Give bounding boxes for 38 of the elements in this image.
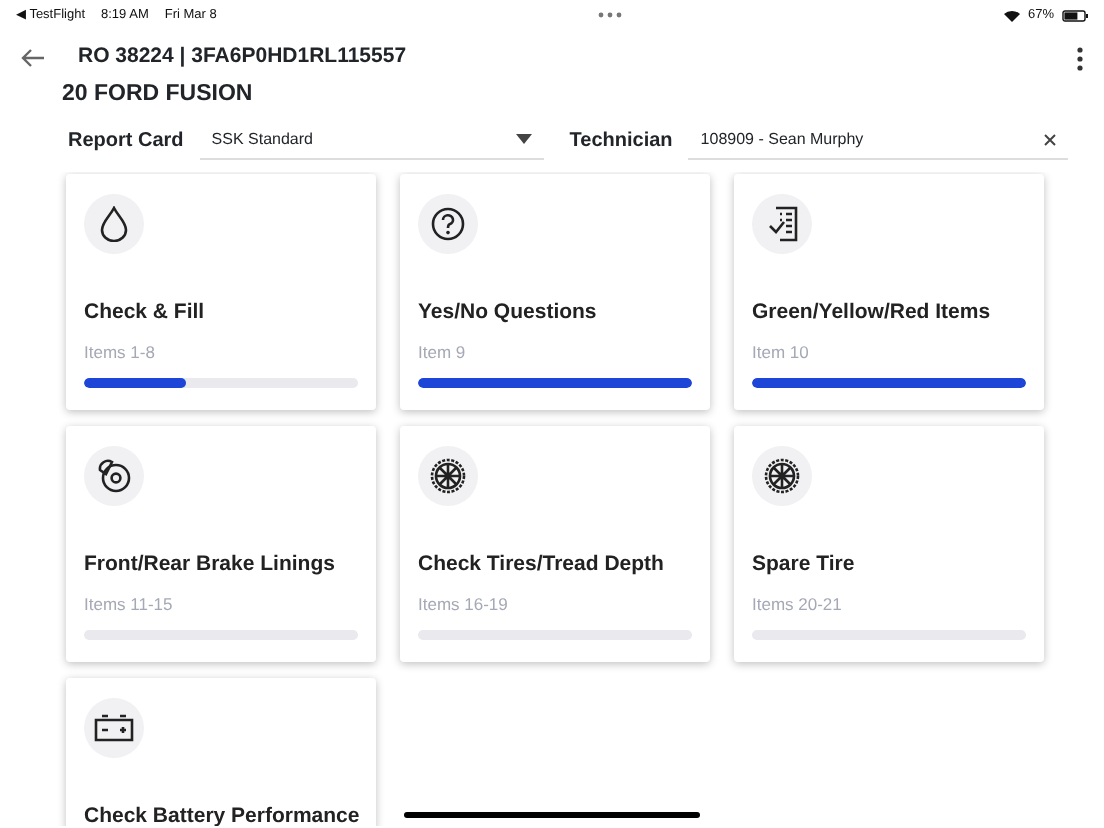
battery-icon: [94, 712, 134, 745]
category-card[interactable]: Check & Fill Items 1-8: [66, 174, 376, 411]
help-icon: [430, 206, 466, 243]
item-range: Items 11-15: [84, 592, 175, 618]
category-card[interactable]: Front/Rear Brake Linings Items 11-15: [66, 426, 376, 663]
back-arrow-icon[interactable]: [20, 48, 46, 68]
checklist-icon: [764, 206, 800, 243]
item-range: Items 20-21: [752, 592, 844, 618]
category-card[interactable]: Green/Yellow/Red Items Item 10: [734, 174, 1044, 411]
category-title: Front/Rear Brake Linings: [84, 550, 337, 581]
report-card-label: Report Card: [68, 127, 184, 156]
wifi-icon: [1003, 9, 1020, 21]
more-dots-icon: [598, 12, 623, 18]
battery-status-icon: [1061, 9, 1088, 21]
category-title: Check Battery Performance: [84, 802, 358, 827]
repair-order-title: RO 38224 | 3FA6P0HD1RL115557: [78, 42, 407, 73]
clear-icon[interactable]: [1044, 133, 1057, 146]
category-title: Yes/No Questions: [418, 298, 599, 329]
item-range: Items 16-19: [418, 592, 510, 618]
category-title: Spare Tire: [752, 550, 857, 581]
vehicle-title: 20 FORD FUSION: [60, 80, 255, 110]
category-title: Green/Yellow/Red Items: [752, 298, 993, 329]
item-range: Item 9: [418, 340, 468, 366]
item-range: Item 10: [752, 340, 811, 366]
category-card[interactable]: Check Battery Performance: [66, 678, 376, 827]
category-card[interactable]: Spare Tire Items 20-21: [734, 426, 1044, 663]
tire-icon: [430, 458, 466, 495]
category-title: Check & Fill: [84, 298, 207, 329]
category-card[interactable]: Check Tires/Tread Depth Items 16-19: [400, 426, 710, 663]
brake-disc-icon: [96, 458, 132, 495]
drop-icon: [98, 206, 130, 243]
category-title: Check Tires/Tread Depth: [418, 550, 666, 581]
category-card[interactable]: Yes/No Questions Item 9: [400, 174, 710, 411]
technician-label: Technician: [569, 127, 673, 156]
more-menu-icon[interactable]: [1076, 45, 1084, 71]
tire-icon: [764, 458, 800, 495]
item-range: Items 1-8: [84, 340, 157, 366]
caret-icon: [515, 134, 532, 145]
